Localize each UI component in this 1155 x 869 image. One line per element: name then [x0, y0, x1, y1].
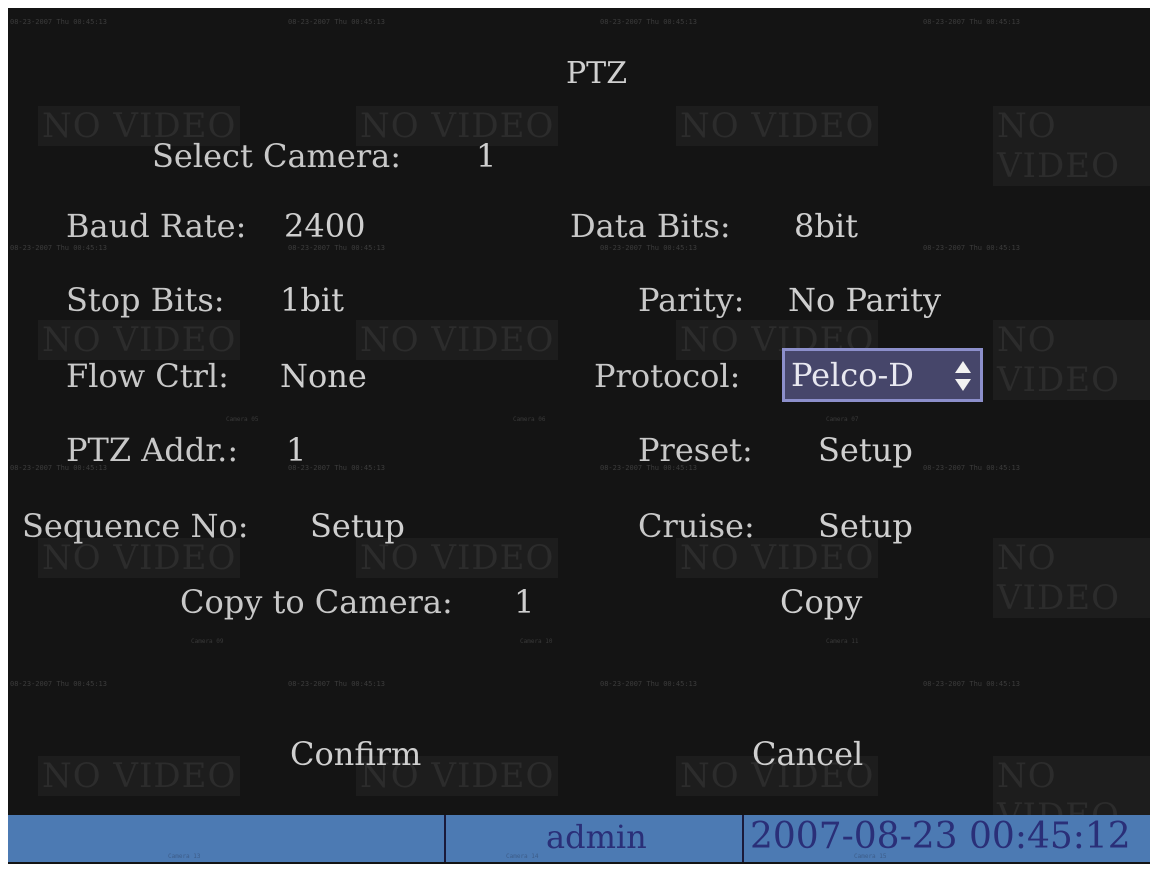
cancel-button[interactable]: Cancel: [752, 734, 863, 774]
no-video-label: NO VIDEO: [993, 320, 1150, 400]
tile-timestamp: 08-23-2007 Thu 00:45:13: [288, 18, 385, 26]
copy-to-camera-value[interactable]: 1: [514, 582, 534, 622]
confirm-button[interactable]: Confirm: [290, 734, 421, 774]
tile-timestamp: 08-23-2007 Thu 00:45:13: [10, 680, 107, 688]
sequence-setup-button[interactable]: Setup: [310, 506, 405, 546]
data-bits-value[interactable]: 8bit: [794, 206, 858, 246]
flow-ctrl-label: Flow Ctrl:: [66, 357, 229, 395]
tile-camera-label: Camera 14: [506, 853, 539, 860]
preset-label: Preset:: [638, 431, 753, 469]
protocol-value: Pelco-D: [791, 356, 914, 394]
cruise-label: Cruise:: [638, 507, 755, 545]
tile-camera-label: Camera 15: [854, 853, 887, 860]
status-segment-user: admin Camera 14: [444, 815, 742, 862]
no-video-label: NO VIDEO: [993, 106, 1150, 186]
tile-timestamp: 08-23-2007 Thu 00:45:13: [923, 464, 1020, 472]
up-down-arrow-icon: [955, 361, 971, 391]
parity-label: Parity:: [638, 281, 745, 319]
protocol-label: Protocol:: [594, 357, 741, 395]
tile-timestamp: 08-23-2007 Thu 00:45:13: [923, 244, 1020, 252]
cruise-setup-button[interactable]: Setup: [818, 506, 913, 546]
tile-timestamp: 08-23-2007 Thu 00:45:13: [600, 18, 697, 26]
protocol-select[interactable]: Pelco-D: [782, 348, 983, 402]
tile-camera-label: Camera 13: [168, 853, 201, 860]
tile-camera-label: Camera 10: [520, 638, 553, 645]
flow-ctrl-value[interactable]: None: [280, 356, 367, 396]
no-video-label: NO VIDEO: [38, 756, 241, 796]
tile-timestamp: 08-23-2007 Thu 00:45:13: [923, 680, 1020, 688]
status-segment-empty: Camera 13: [8, 815, 444, 862]
status-bar: Camera 13 admin Camera 14 2007-08-23 00:…: [8, 815, 1150, 862]
tile-timestamp: 08-23-2007 Thu 00:45:13: [600, 680, 697, 688]
tile-camera-label: Camera 09: [191, 638, 224, 645]
tile-timestamp: 08-23-2007 Thu 00:45:13: [10, 18, 107, 26]
no-video-label: NO VIDEO: [993, 538, 1150, 618]
current-user: admin: [546, 818, 647, 856]
data-bits-label: Data Bits:: [570, 207, 731, 245]
stop-bits-label: Stop Bits:: [66, 281, 225, 319]
dvr-screen: 08-23-2007 Thu 00:45:13 08-23-2007 Thu 0…: [8, 8, 1150, 864]
page-title: PTZ: [566, 56, 628, 91]
copy-to-camera-label: Copy to Camera:: [180, 583, 453, 621]
stop-bits-value[interactable]: 1bit: [280, 280, 344, 320]
tile-timestamp: 08-23-2007 Thu 00:45:13: [923, 18, 1020, 26]
select-camera-value[interactable]: 1: [476, 136, 496, 176]
status-segment-datetime: 2007-08-23 00:45:12 Camera 15: [742, 815, 1150, 862]
tile-camera-label: Camera 11: [826, 638, 859, 645]
tile-camera-label: Camera 07: [826, 416, 859, 423]
preset-setup-button[interactable]: Setup: [818, 430, 913, 470]
copy-button[interactable]: Copy: [780, 582, 862, 622]
parity-value[interactable]: No Parity: [788, 280, 941, 320]
baud-rate-label: Baud Rate:: [66, 207, 247, 245]
no-video-label: NO VIDEO: [356, 320, 559, 360]
system-datetime: 2007-08-23 00:45:12: [750, 816, 1131, 857]
select-camera-label: Select Camera:: [152, 137, 401, 175]
tile-camera-label: Camera 06: [513, 416, 546, 423]
ptz-addr-value[interactable]: 1: [286, 430, 306, 470]
baud-rate-value[interactable]: 2400: [284, 206, 365, 246]
no-video-label: NO VIDEO: [676, 106, 879, 146]
no-video-label: NO VIDEO: [38, 320, 241, 360]
ptz-addr-label: PTZ Addr.:: [66, 431, 239, 469]
tile-camera-label: Camera 05: [226, 416, 259, 423]
tile-timestamp: 08-23-2007 Thu 00:45:13: [288, 680, 385, 688]
sequence-no-label: Sequence No:: [22, 507, 249, 545]
